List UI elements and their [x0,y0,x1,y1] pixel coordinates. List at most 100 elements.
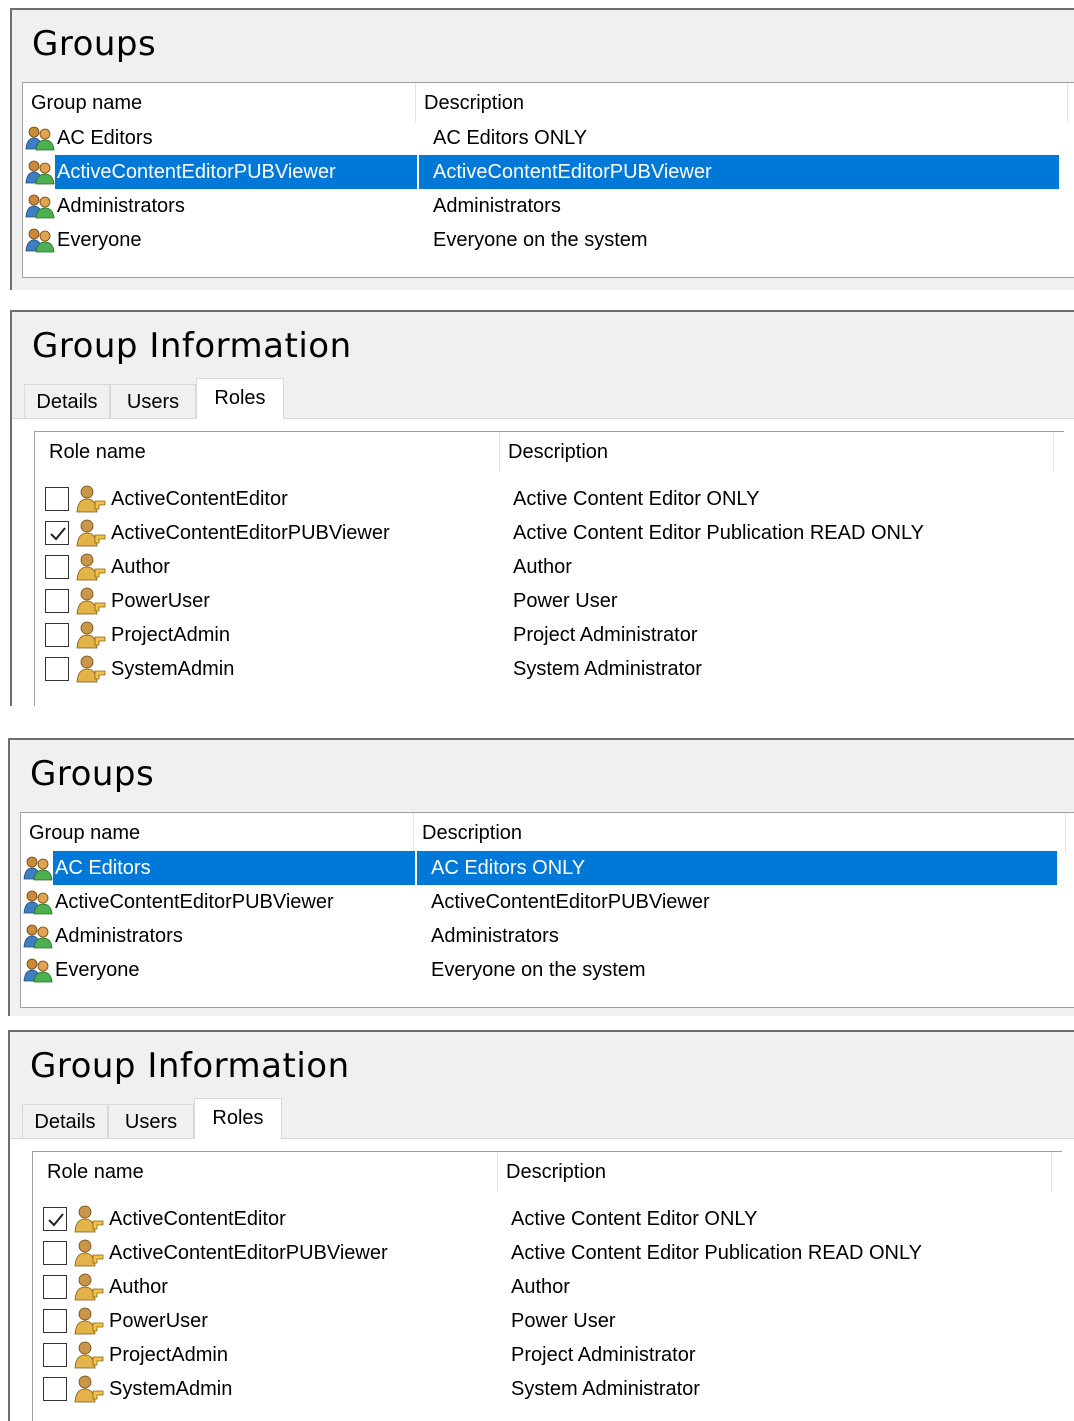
column-header-end [1051,1152,1060,1192]
role-row[interactable]: ActiveContentEditorPUBViewer Active Conte… [35,516,1064,550]
roles-tab-body: Role name Description ActiveContentEdito… [12,418,1074,706]
role-description-cell: Project Administrator [513,624,698,646]
role-row[interactable]: ActiveContentEditor Active Content Editor… [33,1202,1062,1236]
tab-details[interactable]: Details [24,384,110,418]
group-row[interactable]: ActiveContentEditorPUBViewer ActiveConten… [21,885,1074,919]
column-header-role-name[interactable]: Role name [41,432,499,472]
column-header-role-description[interactable]: Description [499,432,1053,472]
group-info-tabs: Details Users Roles [24,378,324,419]
role-row[interactable]: PowerUser Power User [35,584,1064,618]
group-row[interactable]: AC Editors AC Editors ONLY [23,121,1074,155]
role-row[interactable]: ProjectAdmin Project Administrator [35,618,1064,652]
role-checkbox[interactable] [45,521,69,545]
group-row[interactable]: ActiveContentEditorPUBViewer ActiveConten… [23,155,1074,189]
group-description-cell: ActiveContentEditorPUBViewer [431,891,710,913]
column-header-group-name[interactable]: Group name [23,83,415,123]
role-name-cell: ProjectAdmin [111,624,230,646]
column-header-end [1053,432,1062,472]
group-users-icon [25,227,55,253]
group-info-title: Group Information [32,326,352,366]
group-users-icon [25,193,55,219]
group-row[interactable]: Everyone Everyone on the system [21,953,1074,987]
group-users-icon [23,889,53,915]
role-row[interactable]: ActiveContentEditorPUBViewer Active Conte… [33,1236,1062,1270]
groups-list[interactable]: Group name Description AC Editors AC Edit… [20,812,1074,1008]
group-description-cell: Everyone on the system [431,959,646,981]
role-name-cell: PowerUser [109,1310,208,1332]
role-checkbox[interactable] [45,623,69,647]
tab-roles[interactable]: Roles [194,1098,282,1139]
role-checkbox[interactable] [43,1343,67,1367]
role-name-cell: SystemAdmin [111,658,235,680]
role-checkbox[interactable] [43,1309,67,1333]
role-row[interactable]: Author Author [35,550,1064,584]
group-description-cell: AC Editors ONLY [433,127,588,149]
role-name-cell: ActiveContentEditor [109,1208,286,1230]
groups-list-header: Group name Description [21,813,1074,853]
column-header-role-description[interactable]: Description [497,1152,1051,1192]
role-description-cell: Project Administrator [511,1344,696,1366]
role-row[interactable]: Author Author [33,1270,1062,1304]
role-checkbox[interactable] [45,487,69,511]
role-checkbox[interactable] [43,1241,67,1265]
role-user-icon [75,519,107,547]
group-users-icon [25,125,55,151]
group-users-icon [23,855,53,881]
roles-list-header: Role name Description [35,432,1064,472]
column-header-role-name[interactable]: Role name [39,1152,497,1192]
group-description-cell: AC Editors ONLY [417,851,1057,885]
role-checkbox[interactable] [43,1207,67,1231]
groups-list-header: Group name Description [23,83,1074,123]
tab-users[interactable]: Users [110,384,196,418]
groups-list[interactable]: Group name Description AC Editors AC Edit… [22,82,1074,278]
role-row[interactable]: PowerUser Power User [33,1304,1062,1338]
tab-details[interactable]: Details [22,1104,108,1138]
role-row[interactable]: ProjectAdmin Project Administrator [33,1338,1062,1372]
role-name-cell: ProjectAdmin [109,1344,228,1366]
role-checkbox[interactable] [43,1377,67,1401]
group-row[interactable]: AC Editors AC Editors ONLY [21,851,1074,885]
column-header-end [1067,83,1074,123]
column-header-end [1065,813,1074,853]
role-name-cell: Author [109,1276,168,1298]
role-row[interactable]: ActiveContentEditor Active Content Editor… [35,482,1064,516]
tab-users[interactable]: Users [108,1104,194,1138]
role-user-icon [73,1341,105,1369]
role-user-icon [75,655,107,683]
role-name-cell: ActiveContentEditorPUBViewer [109,1242,388,1264]
group-row[interactable]: Everyone Everyone on the system [23,223,1074,257]
role-description-cell: Active Content Editor Publication READ O… [511,1242,922,1264]
group-description-cell: Administrators [431,925,559,947]
role-checkbox[interactable] [45,657,69,681]
group-info-panel: Group Information Details Users Roles Ro… [8,1030,1074,1421]
role-description-cell: Power User [513,590,618,612]
tab-roles[interactable]: Roles [196,378,284,419]
roles-list-header: Role name Description [33,1152,1062,1192]
group-row[interactable]: Administrators Administrators [21,919,1074,953]
group-info-title: Group Information [30,1046,350,1086]
group-users-icon [23,923,53,949]
roles-list[interactable]: Role name Description ActiveContentEdito… [32,1151,1062,1421]
role-row[interactable]: SystemAdmin System Administrator [33,1372,1062,1406]
column-header-description[interactable]: Description [413,813,1065,853]
role-name-cell: ActiveContentEditor [111,488,288,510]
role-user-icon [73,1307,105,1335]
role-checkbox[interactable] [45,555,69,579]
role-row[interactable]: SystemAdmin System Administrator [35,652,1064,686]
role-user-icon [75,621,107,649]
groups-panel: Groups Group name Description AC Editors… [8,738,1074,1016]
role-name-cell: SystemAdmin [109,1378,233,1400]
role-user-icon [73,1239,105,1267]
role-description-cell: Author [511,1276,570,1298]
group-name-cell: AC Editors [53,851,415,885]
group-row[interactable]: Administrators Administrators [23,189,1074,223]
column-header-description[interactable]: Description [415,83,1067,123]
role-checkbox[interactable] [45,589,69,613]
role-description-cell: Active Content Editor Publication READ O… [513,522,924,544]
column-header-group-name[interactable]: Group name [21,813,413,853]
group-users-icon [25,159,55,185]
group-name-cell: ActiveContentEditorPUBViewer [55,155,417,189]
role-checkbox[interactable] [43,1275,67,1299]
role-user-icon [75,485,107,513]
roles-list[interactable]: Role name Description ActiveContentEdito… [34,431,1064,706]
